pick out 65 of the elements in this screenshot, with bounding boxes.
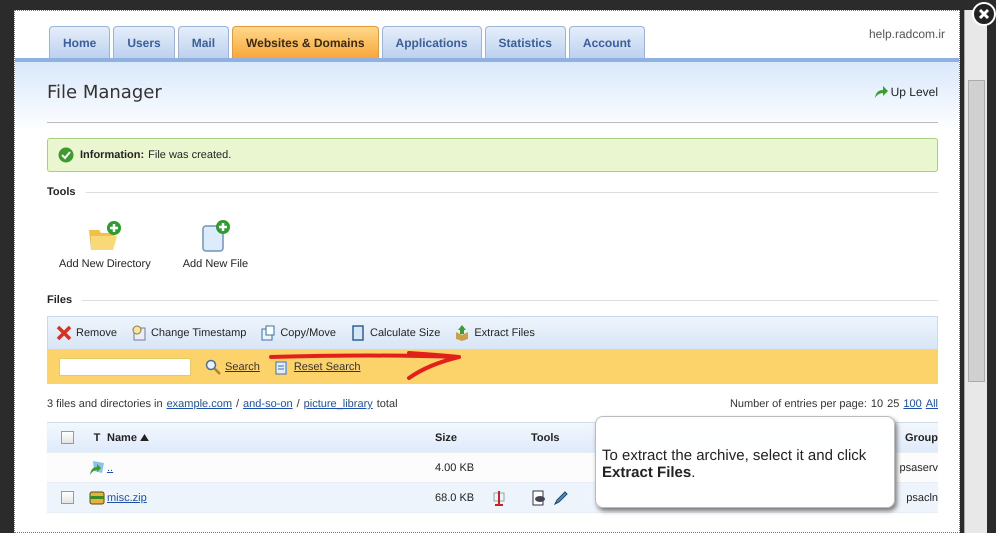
search-link[interactable]: Search [205, 359, 260, 375]
copy-icon [260, 325, 276, 341]
nav-tab[interactable]: Statistics [484, 26, 566, 58]
section-title: Tools [47, 186, 76, 198]
file-name-link[interactable]: .. [107, 462, 114, 474]
search-icon [205, 359, 221, 375]
nav-tab[interactable]: Account [568, 26, 645, 58]
group-cell-text: psaserv [898, 462, 938, 474]
close-button[interactable] [972, 2, 996, 26]
row-checkbox[interactable] [60, 491, 74, 504]
group-cell-text: psacln [905, 492, 938, 504]
path-link[interactable]: picture_library [304, 398, 373, 410]
nav-tab[interactable]: Mail [178, 26, 230, 58]
box-up-arrow-icon [454, 325, 470, 341]
toolbar-button[interactable]: Extract Files [454, 325, 535, 341]
entries-label: Number of entries per page: [730, 398, 867, 410]
page-size-link[interactable]: All [926, 398, 938, 410]
x-icon [56, 325, 72, 341]
folder-up-icon [89, 460, 105, 476]
file-name-link[interactable]: misc.zip [107, 492, 147, 504]
nav-tab[interactable]: Applications [382, 26, 482, 58]
page-size-current: 10 [870, 398, 884, 410]
select-all-checkbox[interactable] [60, 431, 74, 444]
page-size-current: 25 [887, 398, 900, 410]
path-link[interactable]: and-so-on [243, 398, 293, 410]
scrollbar[interactable] [964, 10, 987, 533]
path-suffix: total [376, 398, 398, 410]
size-cell-text: 68.0 KB [435, 492, 476, 504]
toolbar-button[interactable]: Remove [56, 325, 117, 341]
nav-tab[interactable]: Users [113, 26, 175, 58]
size-cell-text: 4.00 KB [435, 462, 476, 474]
archive-icon [89, 490, 105, 506]
tool-button[interactable]: Add New File [182, 220, 248, 270]
path-prefix: 3 files and directories in [47, 398, 163, 410]
search-field[interactable] [59, 358, 191, 376]
toolbar-button[interactable]: Calculate Size [350, 325, 440, 341]
pencil-icon[interactable] [553, 490, 569, 506]
column-header[interactable]: Name [107, 432, 149, 444]
archive-tool-icon[interactable] [491, 490, 507, 506]
tool-button[interactable]: Add New Directory [59, 220, 151, 270]
toolbar-button[interactable]: Copy/Move [260, 325, 336, 341]
site-label: help.radcom.ir [868, 27, 945, 41]
toolbar-button[interactable]: Change Timestamp [130, 325, 246, 341]
column-header: Tools [531, 432, 561, 444]
nav-tab[interactable]: Home [49, 26, 110, 58]
reset-search-link[interactable]: Reset Search [274, 359, 361, 375]
sort-ascending-icon [140, 434, 149, 441]
up-arrow-icon [872, 84, 889, 100]
tooltip: To extract the archive, select it and click Extract Files. [595, 416, 895, 508]
column-header[interactable]: T [87, 432, 107, 444]
timestamp-icon [130, 325, 147, 341]
info-label: Information: [80, 149, 144, 161]
page-size-link[interactable]: 100 [903, 398, 922, 410]
column-header[interactable]: Size [435, 432, 491, 444]
up-level-link[interactable]: Up Level [872, 84, 938, 100]
page-title: File Manager [47, 82, 162, 102]
check-icon [58, 147, 74, 163]
folder-add-icon [86, 220, 123, 252]
path-link[interactable]: example.com [166, 398, 232, 410]
nav-tab[interactable]: Websites & Domains [232, 26, 379, 58]
view-file-icon[interactable] [531, 490, 547, 506]
section-title: Files [47, 294, 72, 306]
path-separator: / [236, 398, 240, 410]
info-text: File was created. [148, 149, 232, 161]
path-separator: / [296, 398, 300, 410]
